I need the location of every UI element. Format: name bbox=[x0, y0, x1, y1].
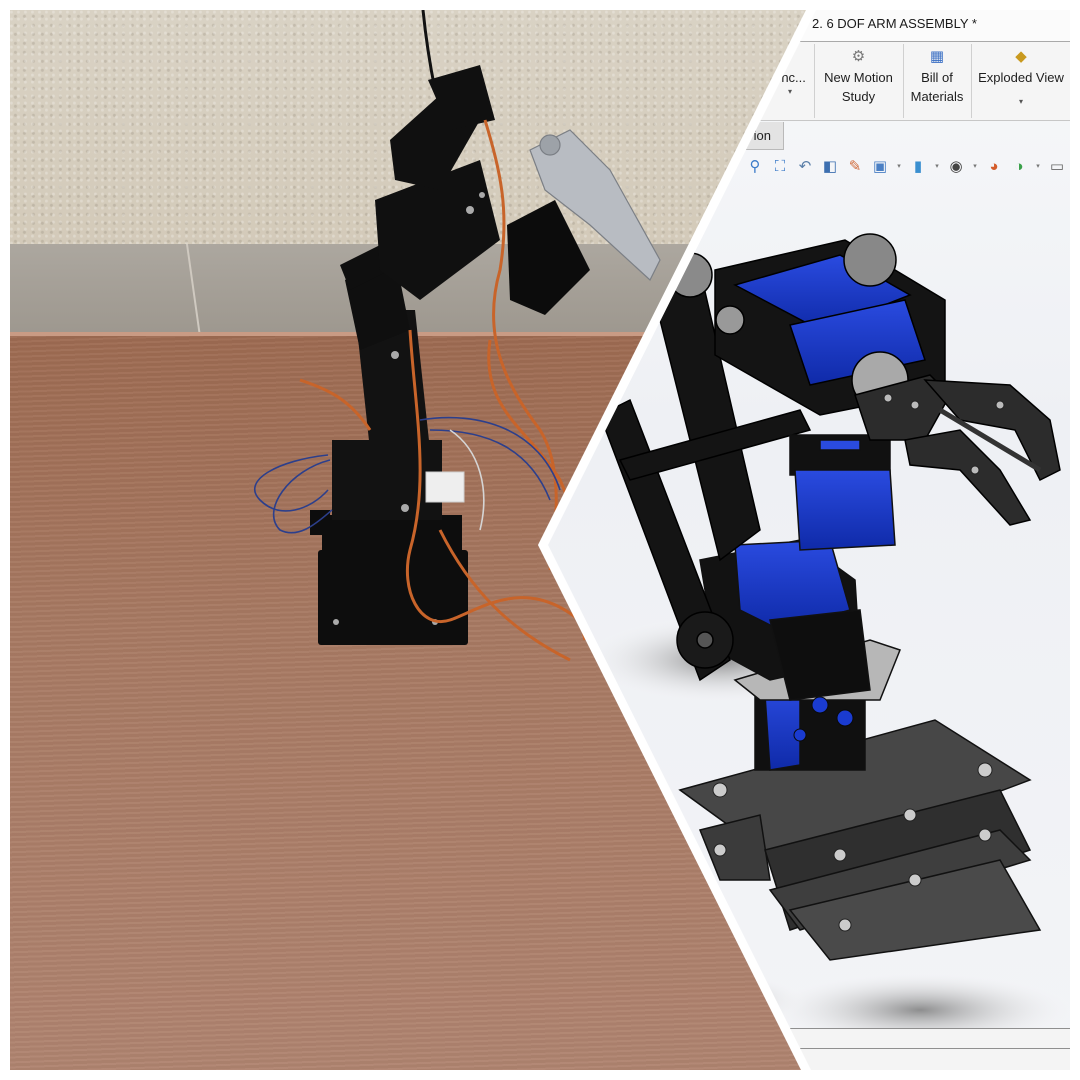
image-frame: 2. 6 DOF ARM ASSEMBLY * enc... ▾ ⚙ New M… bbox=[0, 0, 1080, 1080]
previous-view-icon[interactable]: ↶ bbox=[795, 156, 815, 176]
section-view-icon[interactable]: ◧ bbox=[820, 156, 840, 176]
exploded-view-button[interactable]: ◆ Exploded View ▾ bbox=[972, 42, 1070, 120]
chevron-down-icon[interactable]: ▾ bbox=[971, 162, 979, 170]
bill-of-materials-icon: ▦ bbox=[929, 48, 945, 65]
chevron-down-icon: ▾ bbox=[1018, 97, 1023, 106]
view-settings-icon[interactable]: ▭ bbox=[1047, 156, 1067, 176]
wrist-servo bbox=[789, 434, 896, 551]
new-motion-study-button[interactable]: ⚙ New Motion Study bbox=[815, 42, 902, 120]
chevron-down-icon[interactable]: ▾ bbox=[1034, 162, 1042, 170]
zoom-to-area-icon[interactable]: ⛶ bbox=[770, 156, 790, 176]
chevron-down-icon[interactable]: ▾ bbox=[933, 162, 941, 170]
document-title: 2. 6 DOF ARM ASSEMBLY * bbox=[812, 16, 977, 31]
view-orientation-icon[interactable]: ▣ bbox=[870, 156, 890, 176]
edit-appearance-icon[interactable]: ◕ bbox=[984, 156, 1004, 176]
base-plate bbox=[310, 510, 468, 645]
chevron-down-icon: ▾ bbox=[787, 87, 792, 96]
zoom-to-fit-icon[interactable]: ⚲ bbox=[745, 156, 765, 176]
elbow-bracket bbox=[375, 65, 500, 300]
chevron-down-icon[interactable]: ▾ bbox=[895, 162, 903, 170]
breadboard bbox=[425, 471, 465, 503]
hide-show-items-icon[interactable]: ◉ bbox=[946, 156, 966, 176]
bill-of-materials-button[interactable]: ▦ Bill of Materials bbox=[904, 42, 970, 120]
overhead-cable bbox=[421, 10, 437, 91]
heads-up-view-toolbar: ⚲ ⛶ ↶ ◧ ✎ ▣ ▾ ▮ ▾ ◉ ▾ ◕ ◑ ▾ ▭ bbox=[745, 152, 1067, 180]
apply-scene-icon[interactable]: ◑ bbox=[1009, 156, 1029, 176]
wrist-servo bbox=[507, 200, 590, 315]
dynamic-annotation-icon[interactable]: ✎ bbox=[845, 156, 865, 176]
exploded-view-icon: ◆ bbox=[1015, 48, 1027, 65]
display-style-icon[interactable]: ▮ bbox=[908, 156, 928, 176]
gears-icon: ⚙ bbox=[851, 48, 866, 65]
